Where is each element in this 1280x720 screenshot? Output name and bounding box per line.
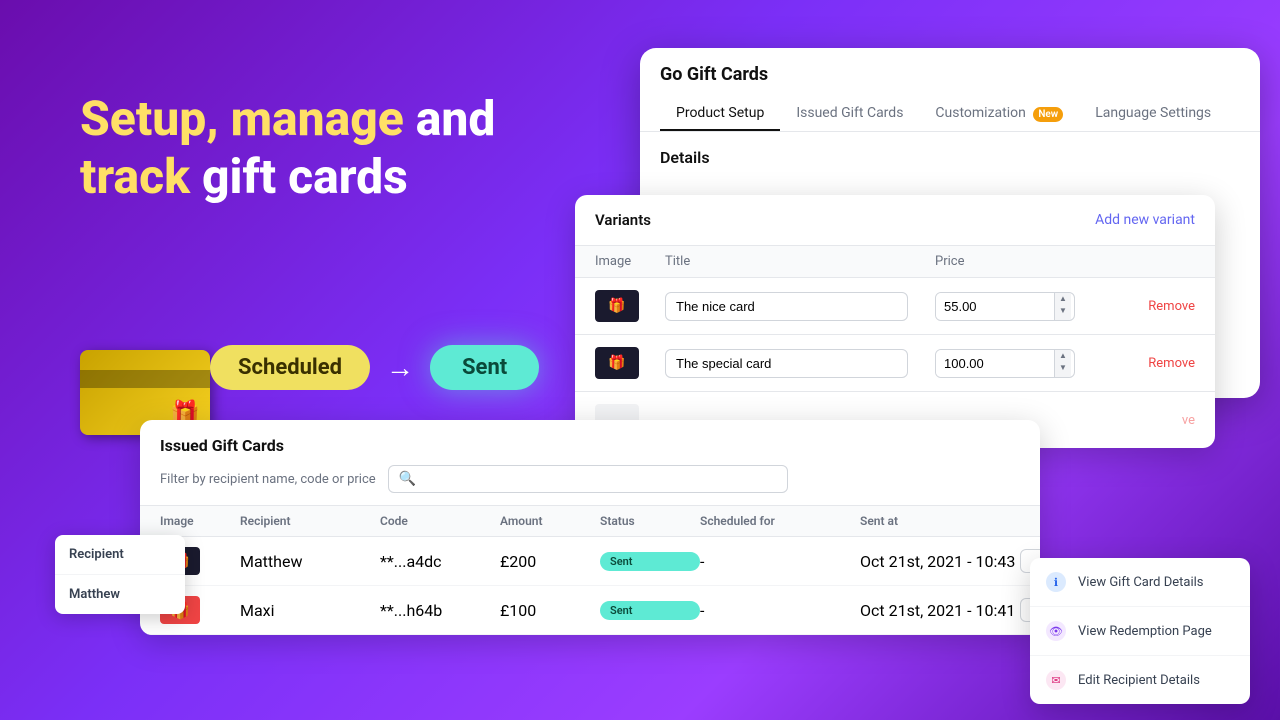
table-row: 🎁 Matthew **...a4dc £200 Sent - Oct 21st… — [140, 537, 1040, 586]
row-recipient-2: Maxi — [240, 601, 380, 620]
filter-label: Filter by recipient name, code or price — [160, 472, 376, 487]
new-badge: New — [1033, 107, 1063, 122]
context-menu-label-edit: Edit Recipient Details — [1078, 673, 1200, 688]
search-row: Filter by recipient name, code or price … — [160, 465, 1020, 493]
context-menu-item-edit[interactable]: ✉ Edit Recipient Details — [1030, 656, 1250, 704]
variant-title-field-2[interactable] — [665, 349, 908, 378]
add-variant-link[interactable]: Add new variant — [1095, 212, 1195, 228]
issued-panel: Issued Gift Cards Filter by recipient na… — [140, 420, 1040, 635]
row-scheduled-1: - — [700, 552, 860, 571]
variant-price-field-1[interactable] — [936, 293, 1054, 320]
variant-thumbnail-2: 🎁 — [595, 347, 639, 379]
app-tabs: Product Setup Issued Gift Cards Customiz… — [660, 97, 1240, 131]
price-up-2[interactable]: ▲ — [1055, 350, 1071, 362]
context-menu-label-details: View Gift Card Details — [1078, 575, 1204, 590]
search-box[interactable]: 🔍 — [388, 465, 788, 493]
row-amount-2: £100 — [500, 601, 600, 620]
row-code-2: **...h64b — [380, 601, 500, 620]
row-sent-2: Oct 21st, 2021 - 10:41 — [860, 601, 1020, 620]
variant-title-field-1[interactable] — [665, 292, 908, 321]
tab-product-setup[interactable]: Product Setup — [660, 97, 780, 131]
app-panel-header: Go Gift Cards Product Setup Issued Gift … — [640, 48, 1260, 132]
variant-row: 🎁 ▲ ▼ Remove — [575, 335, 1215, 392]
status-badge-2: Sent — [600, 601, 700, 620]
variants-panel: Variants Add new variant Image Title Pri… — [575, 195, 1215, 448]
remove-variant-3[interactable]: ve — [1182, 413, 1195, 428]
app-panel-title: Go Gift Cards — [660, 64, 1240, 85]
issued-panel-header: Issued Gift Cards Filter by recipient na… — [140, 420, 1040, 506]
remove-variant-1[interactable]: Remove — [1148, 299, 1195, 314]
tab-customization[interactable]: Customization New — [919, 97, 1079, 131]
tab-language-settings[interactable]: Language Settings — [1079, 97, 1227, 131]
hero-bold-text: Setup, manage — [80, 90, 404, 147]
eye-icon: 👁 — [1046, 621, 1066, 641]
row-amount-1: £200 — [500, 552, 600, 571]
price-down-2[interactable]: ▼ — [1055, 362, 1071, 374]
variant-price-wrapper-2: ▲ ▼ — [935, 349, 1115, 378]
variant-price-field-2[interactable] — [936, 350, 1054, 377]
variant-title-input-1[interactable] — [665, 292, 935, 321]
row-recipient-1: Matthew — [240, 552, 380, 571]
mail-icon: ✉ — [1046, 670, 1066, 690]
variant-title-input-2[interactable] — [665, 349, 935, 378]
details-heading: Details — [660, 148, 1240, 167]
hero-section: Setup, manage and track gift cards — [80, 90, 495, 205]
variant-thumbnail-1: 🎁 — [595, 290, 639, 322]
price-arrows-1[interactable]: ▲ ▼ — [1054, 293, 1071, 320]
price-up-1[interactable]: ▲ — [1055, 293, 1071, 305]
search-input[interactable] — [422, 472, 777, 487]
row-code-1: **...a4dc — [380, 552, 500, 571]
price-down-1[interactable]: ▼ — [1055, 305, 1071, 317]
table-row: 🎁 Maxi **...h64b £100 Sent - Oct 21st, 2… — [140, 586, 1040, 635]
recipient-tooltip: Recipient Matthew — [55, 535, 185, 614]
hero-track-text: track — [80, 148, 190, 205]
table-headers: Image Recipient Code Amount Status Sched… — [140, 506, 1040, 537]
app-panel-body: Details — [640, 132, 1260, 191]
context-menu-item-details[interactable]: ℹ View Gift Card Details — [1030, 558, 1250, 607]
variants-header: Variants Add new variant — [575, 195, 1215, 246]
price-arrows-2[interactable]: ▲ ▼ — [1054, 350, 1071, 377]
info-icon: ℹ — [1046, 572, 1066, 592]
remove-variant-2[interactable]: Remove — [1148, 356, 1195, 371]
context-menu: ℹ View Gift Card Details 👁 View Redempti… — [1030, 558, 1250, 704]
context-menu-label-redemption: View Redemption Page — [1078, 624, 1212, 639]
context-menu-item-redemption[interactable]: 👁 View Redemption Page — [1030, 607, 1250, 656]
row-sent-1: Oct 21st, 2021 - 10:43 — [860, 552, 1020, 571]
tooltip-recipient-value: Matthew — [55, 575, 185, 614]
search-icon: 🔍 — [399, 471, 416, 487]
issued-panel-title: Issued Gift Cards — [160, 436, 1020, 455]
scheduled-pill: Scheduled — [210, 345, 370, 390]
status-badge-1: Sent — [600, 552, 700, 571]
variant-row: 🎁 ▲ ▼ Remove — [575, 278, 1215, 335]
flow-pills: Scheduled → Sent — [210, 345, 539, 390]
variant-price-wrapper-1: ▲ ▼ — [935, 292, 1115, 321]
tab-issued-gift-cards[interactable]: Issued Gift Cards — [780, 97, 919, 131]
variants-col-headers: Image Title Price — [575, 246, 1215, 278]
hero-title: Setup, manage and track gift cards — [80, 90, 495, 205]
sent-pill: Sent — [430, 345, 539, 390]
variants-title: Variants — [595, 211, 651, 229]
row-scheduled-2: - — [700, 601, 860, 620]
flow-arrow: → — [386, 351, 414, 384]
tooltip-recipient-label: Recipient — [55, 535, 185, 575]
